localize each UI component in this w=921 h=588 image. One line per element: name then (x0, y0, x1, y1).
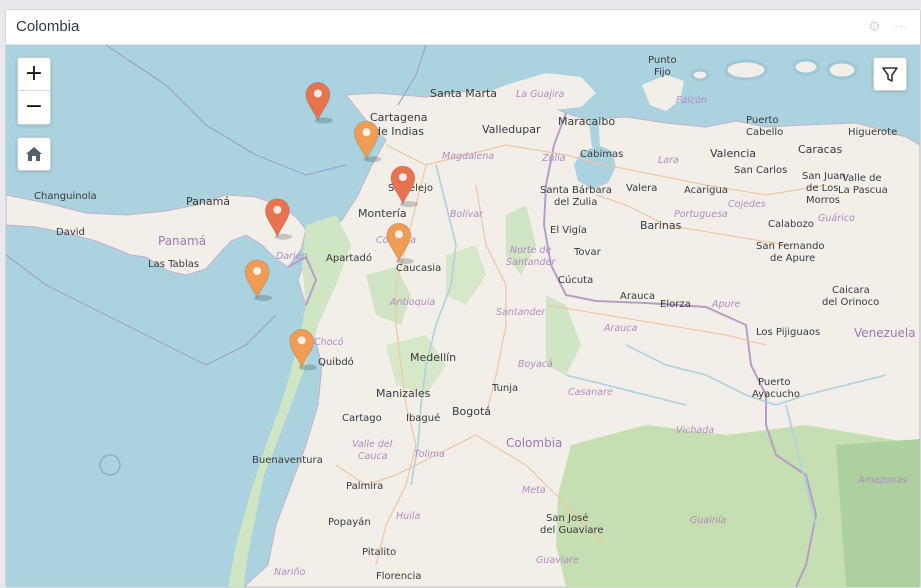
home-button[interactable] (17, 137, 51, 171)
more-icon[interactable]: ⋯ (894, 18, 908, 35)
zoom-control: + − (17, 57, 51, 125)
map-marker-santander[interactable] (386, 222, 414, 265)
home-icon (26, 147, 42, 161)
map-marker-chocó[interactable] (244, 259, 273, 301)
filter-icon (882, 67, 898, 82)
zoom-out-button[interactable]: − (18, 91, 50, 123)
gear-icon[interactable]: ⚙ (868, 18, 881, 35)
map-marker-magdalena[interactable] (305, 81, 333, 124)
filter-button[interactable] (873, 57, 907, 91)
panel-header: Colombia ⚙ ⋯ (6, 10, 920, 45)
map-canvas[interactable]: Panamá Colombia Venezuela Punto Fijo San… (6, 45, 920, 587)
map-marker-antioquia[interactable] (264, 198, 293, 240)
marker-layer (244, 81, 418, 371)
map-widget-panel: Colombia ⚙ ⋯ Panamá Colombia Venezuela P… (5, 9, 921, 588)
panel-title: Colombia (16, 18, 80, 35)
zoom-in-button[interactable]: + (18, 58, 50, 90)
map-marker-cesar[interactable] (353, 120, 382, 163)
map-marker-tolima[interactable] (289, 328, 317, 371)
map-marker-norte-de-santander[interactable] (390, 165, 418, 208)
